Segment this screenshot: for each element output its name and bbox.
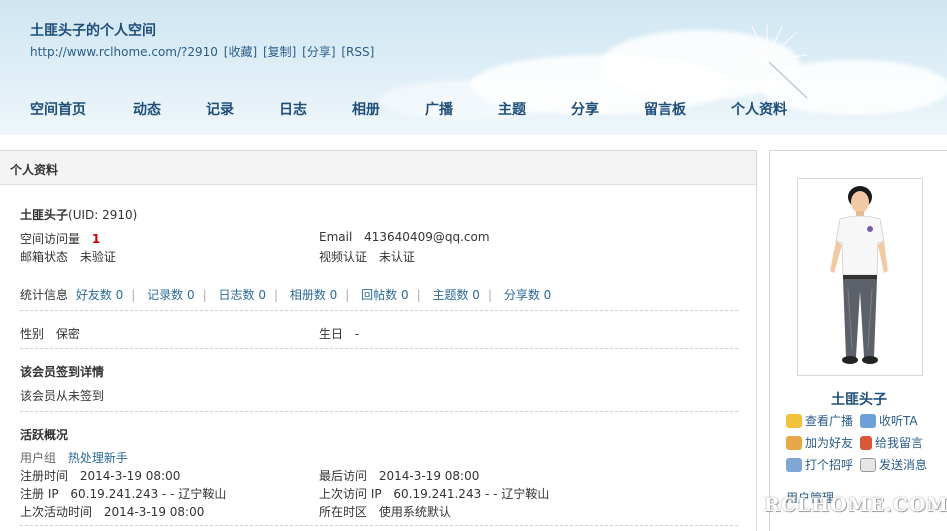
rss-link[interactable]: [RSS]: [341, 45, 374, 59]
video-auth-value: 未认证: [378, 250, 415, 264]
space-title: 土匪头子的个人空间: [30, 23, 156, 39]
signin-title: 该会员签到详情: [20, 365, 105, 379]
group-value[interactable]: 热处理新手: [68, 451, 128, 465]
visits-value: 1: [91, 232, 101, 246]
divider: [20, 348, 738, 349]
nav-share[interactable]: 分享: [571, 99, 599, 119]
stat-topics[interactable]: 主题数 0: [432, 288, 479, 302]
nav-home[interactable]: 空间首页: [30, 99, 86, 119]
gender-value: 保密: [55, 327, 80, 341]
stat-albums[interactable]: 相册数 0: [290, 288, 337, 302]
birthday-label: 生日: [319, 327, 344, 341]
leave-message-button[interactable]: 给我留言: [860, 434, 923, 451]
greet-button[interactable]: 打个招呼: [786, 456, 853, 473]
nav-broadcast[interactable]: 广播: [425, 99, 453, 119]
favorite-link[interactable]: [收藏]: [224, 45, 257, 59]
nav-guestbook[interactable]: 留言板: [644, 99, 686, 119]
follow-icon: [860, 413, 876, 428]
divider: [20, 411, 738, 412]
timezone-value: 使用系统默认: [378, 505, 451, 519]
stat-records[interactable]: 记录数 0: [147, 288, 194, 302]
email-value: 413640409@qq.com: [364, 230, 490, 244]
pencil-icon: [860, 435, 872, 450]
profile-panel: 个人资料 土匪头子(UID: 2910) 空间访问量 1 Email 41364…: [0, 150, 757, 531]
dandelion-decoration-icon: [727, 25, 808, 99]
birthday-value: -: [354, 327, 360, 341]
stats-label: 统计信息: [20, 288, 69, 302]
follow-label: 收听TA: [879, 414, 918, 428]
nav-topics[interactable]: 主题: [498, 99, 526, 119]
handshake-icon: [786, 435, 802, 450]
space-url-bar: http://www.rclhome.com/?2910 [收藏] [复制] […: [30, 43, 376, 60]
space-header: 土匪头子的个人空间 http://www.rclhome.com/?2910 […: [0, 0, 947, 135]
copy-link[interactable]: [复制]: [263, 45, 296, 59]
stat-shares[interactable]: 分享数 0: [504, 288, 551, 302]
stat-blogs[interactable]: 日志数 0: [219, 288, 266, 302]
stats-divider: |: [487, 288, 492, 302]
reg-time-label: 注册时间: [20, 469, 69, 483]
space-url[interactable]: http://www.rclhome.com/?2910: [30, 45, 218, 59]
stat-friends[interactable]: 好友数 0: [76, 288, 123, 302]
megaphone-icon: [786, 413, 802, 428]
add-friend-label: 加为好友: [805, 436, 854, 450]
last-visit-value: 2014-3-19 08:00: [378, 469, 480, 483]
last-ip-value: 60.19.241.243 - - 辽宁鞍山: [393, 487, 550, 501]
stats-divider: |: [273, 288, 278, 302]
last-visit-label: 最后访问: [319, 469, 368, 483]
video-auth-label: 视频认证: [319, 250, 368, 264]
profile-username: 土匪头子: [20, 208, 69, 222]
gender-label: 性别: [20, 327, 45, 341]
user-wave-icon: [786, 457, 802, 472]
send-message-button[interactable]: 发送消息: [860, 456, 927, 473]
view-broadcast-button[interactable]: 查看广播: [786, 412, 853, 429]
visits-label: 空间访问量: [20, 232, 81, 246]
avatar[interactable]: [797, 178, 923, 376]
nav-blog[interactable]: 日志: [279, 99, 307, 119]
last-active-value: 2014-3-19 08:00: [103, 505, 205, 519]
reg-ip-value: 60.19.241.243 - - 辽宁鞍山: [70, 487, 227, 501]
sidebar-username[interactable]: 土匪头子: [770, 389, 947, 409]
view-broadcast-label: 查看广播: [805, 414, 854, 428]
group-label: 用户组: [20, 451, 57, 465]
last-ip-label: 上次访问 IP: [319, 487, 382, 501]
nav-album[interactable]: 相册: [352, 99, 380, 119]
send-message-label: 发送消息: [879, 458, 928, 472]
add-friend-button[interactable]: 加为好友: [786, 434, 853, 451]
stats-divider: |: [416, 288, 421, 302]
timezone-label: 所在时区: [319, 505, 368, 519]
divider: [20, 525, 738, 526]
stats-divider: |: [131, 288, 136, 302]
divider: [20, 310, 738, 311]
mail-status-label: 邮箱状态: [20, 250, 69, 264]
nav-profile[interactable]: 个人资料: [731, 99, 787, 119]
avatar-figure-icon: [830, 186, 888, 364]
reg-ip-label: 注册 IP: [20, 487, 59, 501]
stat-replies[interactable]: 回帖数 0: [361, 288, 408, 302]
envelope-icon: [860, 457, 876, 472]
leave-message-label: 给我留言: [875, 436, 924, 450]
signin-text: 该会员从未签到: [20, 389, 105, 403]
profile-uid: (UID: 2910): [68, 208, 138, 222]
nav-records[interactable]: 记录: [206, 99, 234, 119]
mail-status-value: 未验证: [79, 250, 116, 264]
activity-title: 活跃概况: [20, 428, 69, 442]
greet-label: 打个招呼: [805, 458, 854, 472]
reg-time-value: 2014-3-19 08:00: [79, 469, 181, 483]
site-watermark: RCLHOME.COM: [764, 494, 947, 516]
follow-button[interactable]: 收听TA: [860, 412, 918, 429]
nav-feed[interactable]: 动态: [133, 99, 161, 119]
last-active-label: 上次活动时间: [20, 505, 93, 519]
stats-divider: |: [202, 288, 207, 302]
email-label: Email: [319, 230, 353, 244]
share-link[interactable]: [分享]: [302, 45, 335, 59]
stats-divider: |: [345, 288, 350, 302]
profile-sidebar: 土匪头子 查看广播 收听TA 加为好友 给我留言 打个招呼 发送消息 用户管理: [769, 150, 947, 531]
profile-panel-heading: 个人资料: [0, 151, 756, 185]
